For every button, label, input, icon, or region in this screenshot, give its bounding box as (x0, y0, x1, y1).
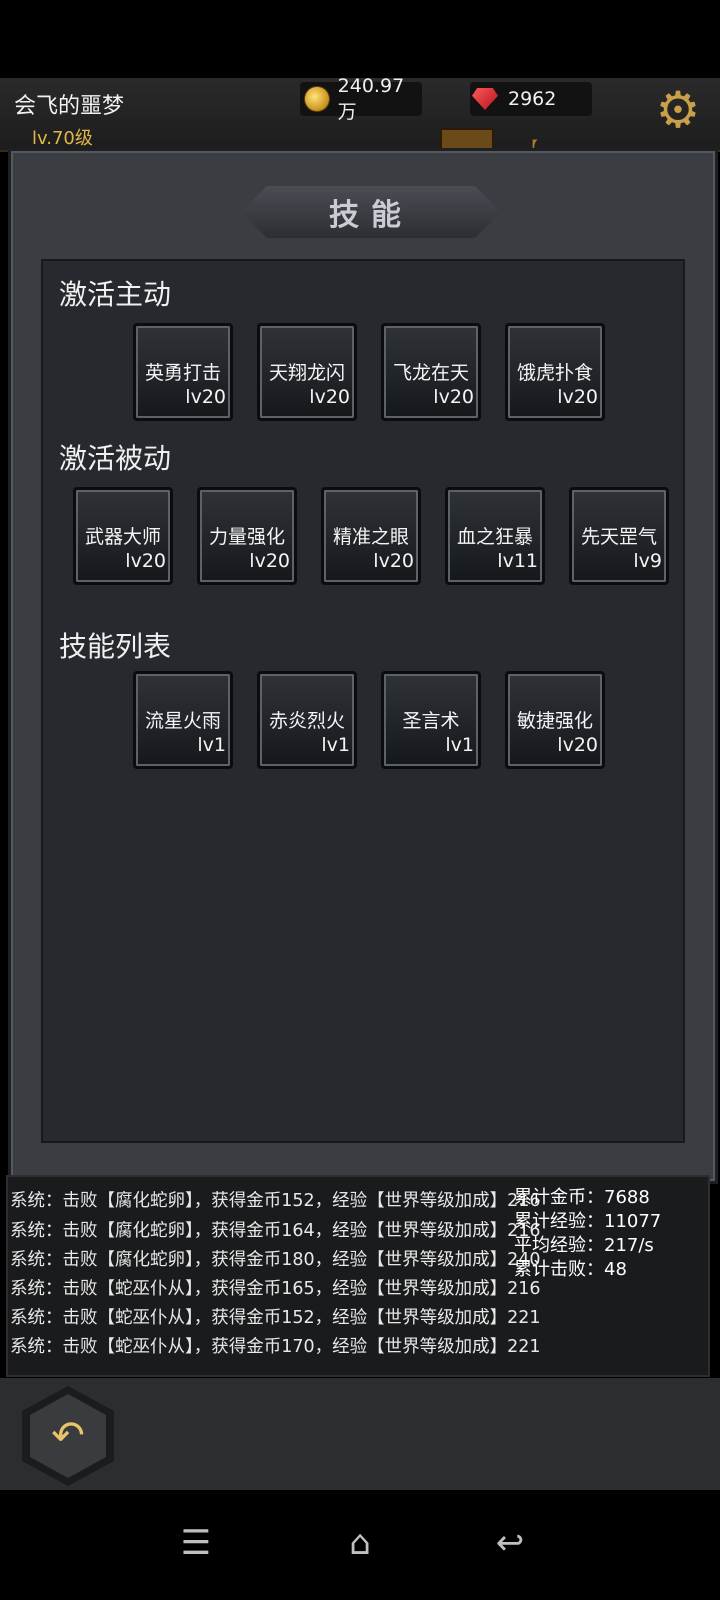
skill-slot[interactable]: 武器大师 lv20 (73, 487, 173, 585)
active-skills-row: 英勇打击 lv20 天翔龙闪 lv20 飞龙在天 lv20 饿虎扑食 lv20 (133, 323, 629, 421)
skills-content: 激活主动 英勇打击 lv20 天翔龙闪 lv20 飞龙在天 lv20 饿虎扑食 lv20… (41, 259, 685, 1143)
system-nav-bar: ☰ ⌂ ↩ (0, 1490, 720, 1600)
skill-level: lv20 (557, 734, 598, 756)
skill-name: 飞龙在天 (392, 362, 469, 384)
gem-amount: 2962 (508, 88, 557, 110)
skills-panel: 技能 激活主动 英勇打击 lv20 天翔龙闪 lv20 飞龙在天 lv20 饿虎扑食 l… (8, 148, 718, 1184)
skill-name: 英勇打击 (144, 362, 221, 384)
return-icon[interactable]: ↩ (480, 1518, 540, 1568)
total-gold: 累计金币：7688 (514, 1187, 650, 1208)
log-line: 系统：击败【蛇巫仆从】，获得金币165，经验【世界等级加成】216 (10, 1279, 541, 1299)
log-line: 系统：击败【腐化蛇卵】，获得金币180，经验【世界等级加成】240 (10, 1250, 541, 1270)
back-arrow-icon: ↶ (30, 1394, 106, 1478)
skill-slot[interactable]: 英勇打击 lv20 (133, 323, 233, 421)
log-line: 系统：击败【腐化蛇卵】，获得金币152，经验【世界等级加成】216 (10, 1191, 541, 1211)
skill-name: 力量强化 (208, 526, 285, 548)
red-gem-icon (472, 88, 498, 110)
skill-level: lv20 (373, 550, 414, 572)
status-bar (0, 0, 720, 78)
log-line: 系统：击败【腐化蛇卵】，获得金币164，经验【世界等级加成】216 (10, 1221, 541, 1241)
section-title-list: 技能列表 (59, 630, 172, 663)
avg-exp: 平均经验：217/s (514, 1235, 654, 1256)
skill-slot[interactable]: 流星火雨 lv1 (133, 671, 233, 769)
skill-level: lv20 (249, 550, 290, 572)
skill-name: 先天罡气 (580, 526, 657, 548)
skill-level: lv11 (497, 550, 538, 572)
menu-icon[interactable]: ☰ (166, 1518, 226, 1568)
player-name: 会飞的噩梦 (14, 94, 125, 119)
skill-slot[interactable]: 圣言术 lv1 (381, 671, 481, 769)
skill-slot[interactable]: 先天罡气 lv9 (569, 487, 669, 585)
skill-name: 圣言术 (402, 710, 460, 732)
gold-amount: 240.97万 (337, 74, 405, 123)
skill-level: lv20 (125, 550, 166, 572)
skill-slot[interactable]: 飞龙在天 lv20 (381, 323, 481, 421)
skill-level: lv20 (309, 386, 350, 408)
skill-slot[interactable]: 血之狂暴 lv11 (445, 487, 545, 585)
section-title-passive: 激活被动 (59, 442, 172, 475)
skill-slot[interactable]: 饿虎扑食 lv20 (505, 323, 605, 421)
panel-title: 技能 (241, 186, 501, 238)
skill-name: 赤炎烈火 (268, 710, 345, 732)
skill-level: lv1 (197, 734, 226, 756)
gold-counter: 240.97万 (300, 75, 422, 123)
skill-level: lv20 (433, 386, 474, 408)
skill-name: 天翔龙闪 (268, 362, 345, 384)
log-line: 系统：击败【蛇巫仆从】，获得金币152，经验【世界等级加成】221 (10, 1308, 541, 1328)
total-kills: 累计击败：48 (514, 1259, 627, 1280)
skill-level: lv1 (445, 734, 474, 756)
skill-name: 精准之眼 (332, 526, 409, 548)
passive-skills-row: 武器大师 lv20 力量强化 lv20 精准之眼 lv20 血之狂暴 lv11 先天罡气… (73, 487, 693, 585)
skill-slot[interactable]: 天翔龙闪 lv20 (257, 323, 357, 421)
skill-slot[interactable]: 力量强化 lv20 (197, 487, 297, 585)
skill-slot[interactable]: 赤炎烈火 lv1 (257, 671, 357, 769)
skill-level: lv20 (185, 386, 226, 408)
skill-level: lv20 (557, 386, 598, 408)
home-icon[interactable]: ⌂ (330, 1518, 390, 1568)
skill-name: 血之狂暴 (456, 526, 533, 548)
section-title-active: 激活主动 (59, 278, 172, 311)
gem-counter: 2962 (470, 82, 592, 116)
battle-stats: 累计金币：7688 累计经验：11077 平均经验：217/s 累计击败：48 (514, 1186, 661, 1282)
gear-icon[interactable]: ⚙ (650, 82, 706, 138)
skill-name: 敏捷强化 (516, 710, 593, 732)
skill-name: 饿虎扑食 (516, 362, 593, 384)
skill-slot[interactable]: 敏捷强化 lv20 (505, 671, 605, 769)
player-level: lv.70级 (32, 128, 93, 149)
top-header: 会飞的噩梦 lv.70级 240.97万 2962 ⚙ 【 (0, 75, 720, 154)
total-exp: 累计经验：11077 (514, 1211, 662, 1232)
log-line: 系统：击败【蛇巫仆从】，获得金币170，经验【世界等级加成】221 (10, 1337, 541, 1357)
panel-title-plate: 技能 (221, 181, 521, 243)
skill-slot[interactable]: 精准之眼 lv20 (321, 487, 421, 585)
skill-name: 武器大师 (84, 526, 161, 548)
gold-coin-icon (304, 86, 330, 112)
skill-level: lv9 (633, 550, 662, 572)
skill-list-row: 流星火雨 lv1 赤炎烈火 lv1 圣言术 lv1 敏捷强化 lv20 (133, 671, 629, 769)
skill-name: 流星火雨 (144, 710, 221, 732)
skill-level: lv1 (321, 734, 350, 756)
